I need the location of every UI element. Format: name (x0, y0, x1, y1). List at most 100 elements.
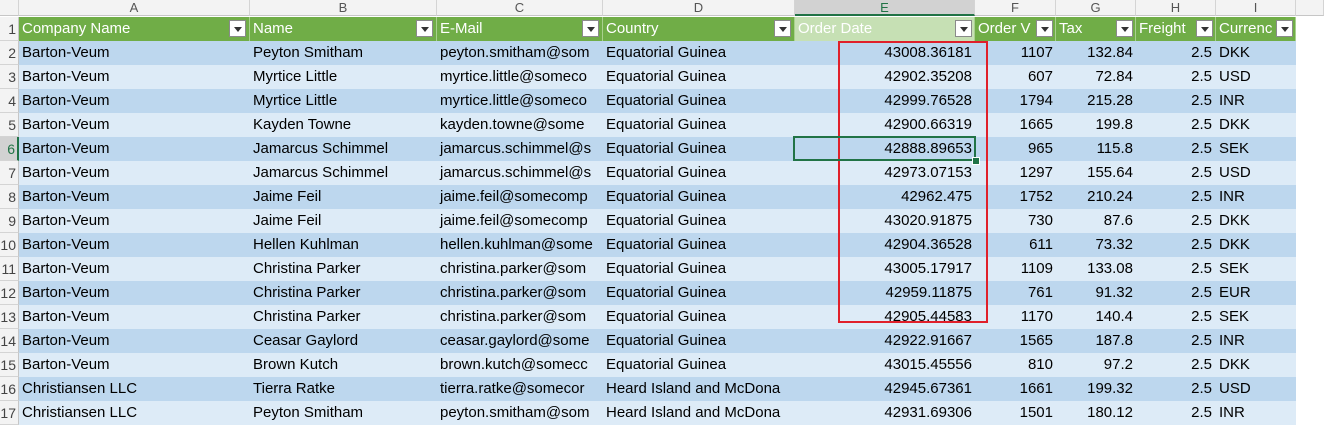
cell-tax[interactable]: 199.8 (1056, 113, 1136, 137)
column-header-c[interactable]: C (437, 0, 603, 16)
cell-name[interactable]: Brown Kutch (250, 353, 437, 377)
cell-tax[interactable]: 199.32 (1056, 377, 1136, 401)
cell-country[interactable]: Equatorial Guinea (603, 113, 795, 137)
cell-order-value[interactable]: 761 (975, 281, 1056, 305)
cell-tax[interactable]: 187.8 (1056, 329, 1136, 353)
row-header-12[interactable]: 12 (0, 281, 19, 305)
cell-email[interactable]: tierra.ratke@somecor (437, 377, 603, 401)
cell-currency[interactable]: INR (1216, 329, 1296, 353)
row-header-4[interactable]: 4 (0, 89, 19, 113)
cell-company-name[interactable]: Barton-Veum (19, 137, 250, 161)
row-header-7[interactable]: 7 (0, 161, 19, 185)
column-header-next[interactable] (1296, 0, 1324, 16)
cell-order-value[interactable]: 1565 (975, 329, 1056, 353)
header-order-date[interactable]: Order Date (795, 17, 975, 41)
cell-freight[interactable]: 2.5 (1136, 161, 1216, 185)
cell-order-date[interactable]: 42888.89653 (795, 137, 975, 161)
cell-order-date[interactable]: 42973.07153 (795, 161, 975, 185)
cell-currency[interactable]: SEK (1216, 257, 1296, 281)
cell-order-value[interactable]: 1170 (975, 305, 1056, 329)
cell-order-value[interactable]: 611 (975, 233, 1056, 257)
cell-order-date[interactable]: 42945.67361 (795, 377, 975, 401)
cell-country[interactable]: Heard Island and McDona (603, 401, 795, 425)
row-header-2[interactable]: 2 (0, 41, 19, 65)
cell-tax[interactable]: 115.8 (1056, 137, 1136, 161)
cell-email[interactable]: peyton.smitham@som (437, 41, 603, 65)
cell-country[interactable]: Equatorial Guinea (603, 65, 795, 89)
cell-freight[interactable]: 2.5 (1136, 185, 1216, 209)
cell-currency[interactable]: USD (1216, 377, 1296, 401)
cell-currency[interactable]: INR (1216, 89, 1296, 113)
row-header-13[interactable]: 13 (0, 305, 19, 329)
cell-order-value[interactable]: 1794 (975, 89, 1056, 113)
cell-order-date[interactable]: 42931.69306 (795, 401, 975, 425)
cell-order-value[interactable]: 730 (975, 209, 1056, 233)
cell-name[interactable]: Myrtice Little (250, 65, 437, 89)
cell-tax[interactable]: 97.2 (1056, 353, 1136, 377)
cell-freight[interactable]: 2.5 (1136, 89, 1216, 113)
cell-email[interactable]: peyton.smitham@som (437, 401, 603, 425)
cell-currency[interactable]: INR (1216, 401, 1296, 425)
cell-order-value[interactable]: 965 (975, 137, 1056, 161)
cell-tax[interactable]: 140.4 (1056, 305, 1136, 329)
cell-email[interactable]: ceasar.gaylord@some (437, 329, 603, 353)
cell-company-name[interactable]: Barton-Veum (19, 41, 250, 65)
cell-email[interactable]: myrtice.little@someco (437, 89, 603, 113)
cell-freight[interactable]: 2.5 (1136, 377, 1216, 401)
row-header-16[interactable]: 16 (0, 377, 19, 401)
cell-freight[interactable]: 2.5 (1136, 209, 1216, 233)
column-header-f[interactable]: F (975, 0, 1056, 16)
cell-country[interactable]: Equatorial Guinea (603, 329, 795, 353)
cell-order-date[interactable]: 42959.11875 (795, 281, 975, 305)
cell-freight[interactable]: 2.5 (1136, 65, 1216, 89)
cell-name[interactable]: Tierra Ratke (250, 377, 437, 401)
cell-country[interactable]: Equatorial Guinea (603, 161, 795, 185)
cell-tax[interactable]: 91.32 (1056, 281, 1136, 305)
cell-company-name[interactable]: Barton-Veum (19, 65, 250, 89)
filter-dropdown-currency[interactable] (1276, 20, 1293, 37)
cell-order-value[interactable]: 810 (975, 353, 1056, 377)
filter-dropdown-company-name[interactable] (229, 20, 246, 37)
cell-order-date[interactable]: 42999.76528 (795, 89, 975, 113)
cell-currency[interactable]: DKK (1216, 113, 1296, 137)
cell-country[interactable]: Equatorial Guinea (603, 353, 795, 377)
cell-tax[interactable]: 215.28 (1056, 89, 1136, 113)
filter-dropdown-email[interactable] (582, 20, 599, 37)
row-header-6[interactable]: 6 (0, 137, 19, 161)
row-header-15[interactable]: 15 (0, 353, 19, 377)
cell-company-name[interactable]: Barton-Veum (19, 353, 250, 377)
cell-order-value[interactable]: 1661 (975, 377, 1056, 401)
row-header-10[interactable]: 10 (0, 233, 19, 257)
cell-email[interactable]: jaime.feil@somecomp (437, 209, 603, 233)
cell-order-date[interactable]: 42922.91667 (795, 329, 975, 353)
cell-company-name[interactable]: Barton-Veum (19, 161, 250, 185)
cell-currency[interactable]: EUR (1216, 281, 1296, 305)
cell-email[interactable]: brown.kutch@somecc (437, 353, 603, 377)
cell-order-value[interactable]: 607 (975, 65, 1056, 89)
cell-email[interactable]: hellen.kuhlman@some (437, 233, 603, 257)
cell-country[interactable]: Equatorial Guinea (603, 281, 795, 305)
cell-order-date[interactable]: 42904.36528 (795, 233, 975, 257)
cell-name[interactable]: Peyton Smitham (250, 41, 437, 65)
cell-name[interactable]: Jamarcus Schimmel (250, 137, 437, 161)
cell-currency[interactable]: SEK (1216, 137, 1296, 161)
cell-company-name[interactable]: Barton-Veum (19, 113, 250, 137)
cell-country[interactable]: Equatorial Guinea (603, 137, 795, 161)
cell-name[interactable]: Ceasar Gaylord (250, 329, 437, 353)
cell-country[interactable]: Equatorial Guinea (603, 41, 795, 65)
cell-name[interactable]: Myrtice Little (250, 89, 437, 113)
filter-dropdown-order-date[interactable] (955, 20, 972, 37)
cell-company-name[interactable]: Barton-Veum (19, 329, 250, 353)
row-header-3[interactable]: 3 (0, 65, 19, 89)
cell-freight[interactable]: 2.5 (1136, 113, 1216, 137)
header-country[interactable]: Country (603, 17, 795, 41)
cell-country[interactable]: Equatorial Guinea (603, 305, 795, 329)
cell-email[interactable]: christina.parker@som (437, 305, 603, 329)
cell-tax[interactable]: 155.64 (1056, 161, 1136, 185)
cell-freight[interactable]: 2.5 (1136, 257, 1216, 281)
column-header-d[interactable]: D (603, 0, 795, 16)
header-email[interactable]: E-Mail (437, 17, 603, 41)
cell-order-date[interactable]: 42962.475 (795, 185, 975, 209)
cell-company-name[interactable]: Barton-Veum (19, 233, 250, 257)
cell-freight[interactable]: 2.5 (1136, 401, 1216, 425)
